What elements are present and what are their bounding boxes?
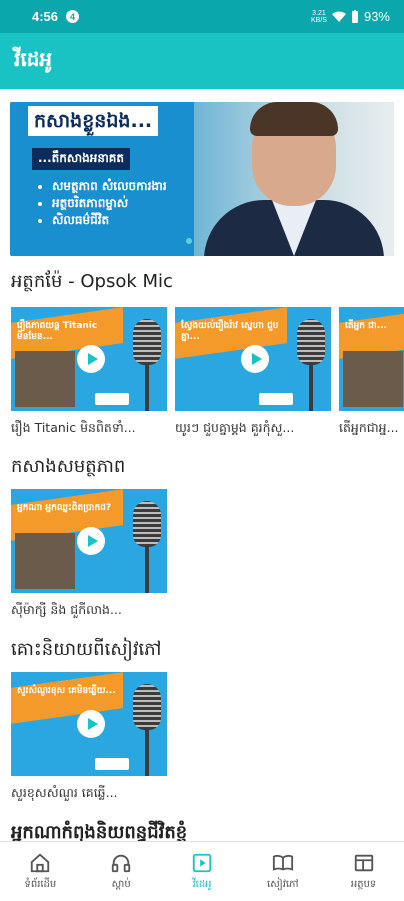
headphones-icon bbox=[112, 854, 131, 873]
nav-item-label: សៀវភៅ bbox=[267, 879, 299, 890]
banner-bullets: សមត្ថភាព សំលេចការងារ អត្ថចរិតភាពម្ចាស់ ស… bbox=[40, 178, 167, 229]
section-title-capacity: កសាងសមត្ថភាព bbox=[11, 456, 126, 477]
video-card[interactable]: តើអ្នក ជា... តើអ្នកជាអ្ន... bbox=[339, 307, 404, 439]
section-title-books: គោះនិយាយពីសៀវភៅ bbox=[11, 639, 162, 660]
book-icon bbox=[272, 854, 293, 871]
nav-item-label: អត្ថបទ bbox=[350, 879, 377, 890]
thumb-title: រឿងភាពយន្ត Titanic មិនមែន... bbox=[17, 321, 98, 342]
network-speed-unit: KB/S bbox=[311, 16, 327, 24]
video-thumbnail[interactable]: អ្នកណា អ្នកឈ្នះពិតប្រាកដ? bbox=[11, 489, 167, 593]
microphone-stand bbox=[309, 365, 313, 411]
video-caption: សួរខុសសំណួរ គេឆ្លើ... bbox=[11, 785, 118, 800]
channel-logo bbox=[259, 393, 293, 405]
video-card[interactable]: សួរសំណួរខុស គេមិនឆ្លើយ... សួរខុសសំណួរ គេ… bbox=[11, 672, 167, 804]
video-thumbnail[interactable]: តើអ្នក ជា... bbox=[339, 307, 404, 411]
banner-title: កសាងខ្លួនឯង... bbox=[28, 106, 159, 136]
thumb-photo bbox=[15, 533, 75, 589]
channel-logo bbox=[95, 758, 129, 770]
nav-item-books[interactable]: សៀវភៅ bbox=[242, 842, 323, 901]
video-icon bbox=[192, 853, 212, 873]
video-caption: រឿង Titanic មិនពិតទាំ... bbox=[11, 420, 136, 435]
network-speed-value: 3.21 bbox=[312, 9, 326, 17]
thumb-title: ស្វែងយល់រឿងរ៉ាវ ស្នេហា ជួបគ្នា... bbox=[181, 321, 279, 342]
video-thumbnail[interactable]: ស្វែងយល់រឿងរ៉ាវ ស្នេហា ជួបគ្នា... bbox=[175, 307, 331, 411]
nav-item-label: ស្តាប់ bbox=[111, 879, 131, 890]
wifi-icon bbox=[331, 11, 346, 22]
microphone-icon bbox=[133, 319, 161, 365]
battery-icon bbox=[351, 10, 358, 23]
network-speed: 3.21 KB/S bbox=[311, 10, 327, 24]
banner-bullet: សិលធម៌ជីវិត bbox=[52, 212, 167, 229]
thumb-title: អ្នកណា អ្នកឈ្នះពិតប្រាកដ? bbox=[17, 503, 112, 513]
video-feed[interactable]: កសាងខ្លួនឯង... ...តឹកសាងអនាគត សមត្ថភាព ស… bbox=[0, 89, 404, 841]
section-title-life: អ្នកណាកំពុងនិយពន្ធជីវិតខ្ញុំ bbox=[11, 822, 188, 841]
banner-bullet: អត្ថចរិតភាពម្ចាស់ bbox=[52, 195, 167, 212]
microphone-stand bbox=[145, 365, 149, 411]
thumb-photo bbox=[15, 351, 75, 407]
video-caption: យូរៗ ជួបគ្នាម្តង គួរកុំសួ... bbox=[175, 420, 295, 435]
thumb-title: សួរសំណួរខុស គេមិនឆ្លើយ... bbox=[17, 686, 116, 696]
video-card[interactable]: ស្វែងយល់រឿងរ៉ាវ ស្នេហា ជួបគ្នា... យូរៗ ជ… bbox=[175, 307, 331, 439]
app-bar: វីដេអូ bbox=[0, 33, 404, 89]
section-title-opsok-mic: អត្ថកម៉ែ - Opsok Mic bbox=[11, 271, 173, 292]
video-card[interactable]: រឿងភាពយន្ត Titanic មិនមែន... រឿង Titanic… bbox=[11, 307, 167, 439]
video-caption: ស៊ីម៉ាក្សី និង ជួកីលាង... bbox=[11, 602, 122, 617]
microphone-icon bbox=[133, 684, 161, 730]
battery-percent: 93% bbox=[363, 9, 390, 24]
channel-logo bbox=[95, 393, 129, 405]
banner-photo bbox=[194, 102, 394, 256]
banner-bullet: សមត្ថភាព សំលេចការងារ bbox=[52, 178, 167, 195]
promo-banner[interactable]: កសាងខ្លួនឯង... ...តឹកសាងអនាគត សមត្ថភាព ស… bbox=[10, 102, 394, 256]
bottom-navigation: ទំព័រដើម ស្តាប់ វីដេអូ សៀវភៅ អត្ថបទ bbox=[0, 841, 404, 901]
video-card[interactable]: អ្នកណា អ្នកឈ្នះពិតប្រាកដ? ស៊ីម៉ាក្សី និង… bbox=[11, 489, 167, 621]
status-bar: 4:56 4 3.21 KB/S 93% bbox=[0, 0, 404, 33]
thumb-title: តើអ្នក ជា... bbox=[345, 321, 387, 331]
thumb-banner-strip bbox=[11, 672, 123, 724]
notification-badge: 4 bbox=[66, 10, 80, 23]
microphone-stand bbox=[145, 547, 149, 593]
nav-item-label: ទំព័រដើម bbox=[24, 879, 57, 890]
nav-item-home[interactable]: ទំព័រដើម bbox=[0, 842, 81, 901]
thumb-photo bbox=[343, 351, 403, 407]
video-thumbnail[interactable]: សួរសំណួរខុស គេមិនឆ្លើយ... bbox=[11, 672, 167, 776]
play-icon[interactable] bbox=[241, 345, 269, 373]
nav-item-listen[interactable]: ស្តាប់ bbox=[81, 842, 162, 901]
microphone-icon bbox=[297, 319, 325, 365]
article-icon bbox=[354, 854, 373, 872]
nav-item-articles[interactable]: អត្ថបទ bbox=[323, 842, 404, 901]
microphone-stand bbox=[145, 730, 149, 776]
status-time: 4:56 bbox=[32, 9, 59, 24]
photo-hair bbox=[250, 102, 338, 136]
video-caption: តើអ្នកជាអ្ន... bbox=[339, 420, 399, 435]
play-icon[interactable] bbox=[77, 345, 105, 373]
microphone-icon bbox=[133, 501, 161, 547]
nav-item-label: វីដេអូ bbox=[192, 879, 212, 890]
home-icon bbox=[31, 853, 50, 873]
banner-subtitle: ...តឹកសាងអនាគត bbox=[32, 148, 131, 170]
play-icon[interactable] bbox=[77, 527, 105, 555]
carousel-indicator bbox=[186, 238, 192, 244]
video-thumbnail[interactable]: រឿងភាពយន្ត Titanic មិនមែន... bbox=[11, 307, 167, 411]
play-icon[interactable] bbox=[77, 710, 105, 738]
page-title: វីដេអូ bbox=[14, 47, 53, 71]
nav-item-video[interactable]: វីដេអូ bbox=[162, 842, 243, 901]
